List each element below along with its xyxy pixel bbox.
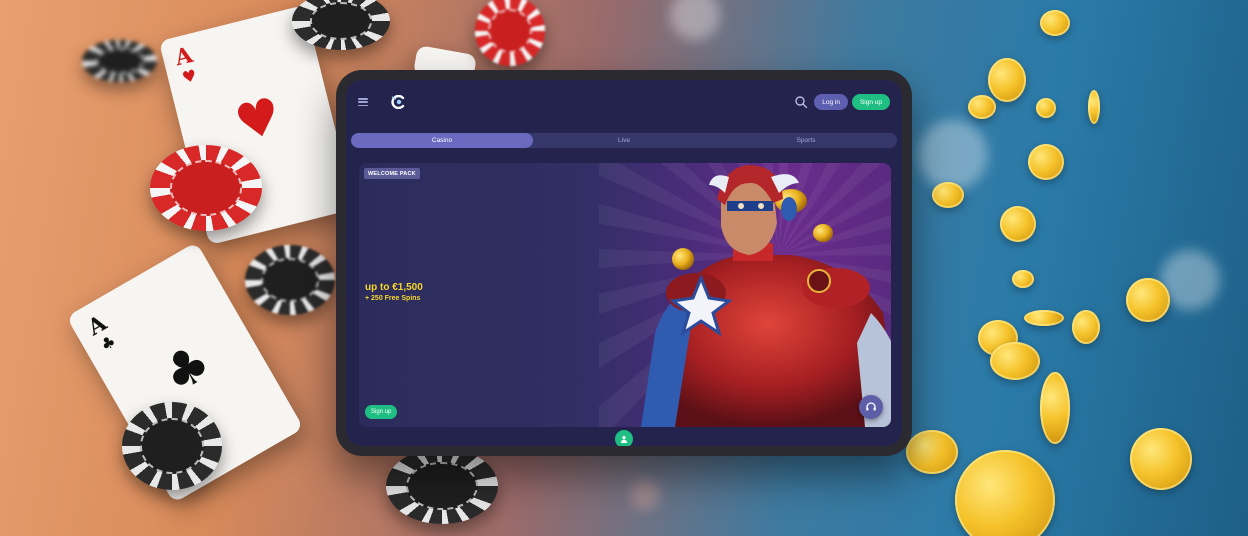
category-tabs: Casino Live Sports <box>351 133 897 148</box>
gold-coin <box>1000 206 1036 242</box>
gold-coin <box>1088 90 1100 124</box>
banner-signup-button[interactable]: Sign up <box>365 405 398 419</box>
black-poker-chip <box>386 448 498 524</box>
home-nav-button[interactable] <box>615 430 633 446</box>
tab-sports[interactable]: Sports <box>715 133 897 148</box>
gold-coin <box>1028 144 1064 180</box>
casino-logo-icon[interactable] <box>390 95 406 109</box>
gold-coin <box>1040 10 1070 36</box>
gold-coin <box>1036 98 1056 118</box>
gold-coin <box>955 450 1055 536</box>
tab-live[interactable]: Live <box>533 133 715 148</box>
black-poker-chip <box>122 402 222 490</box>
login-button[interactable]: Log in <box>814 94 848 110</box>
red-poker-chip <box>475 0 545 66</box>
black-poker-chip <box>245 245 335 315</box>
gold-coin <box>1040 372 1070 444</box>
signup-button[interactable]: Sign up <box>851 94 890 110</box>
welcome-pack-badge: WELCOME PACK <box>364 168 420 179</box>
bokeh-light <box>670 0 720 40</box>
top-bar: Log in Sign up <box>346 80 902 124</box>
superhero-illustration <box>641 165 891 427</box>
welcome-banner[interactable]: WELCOME PACK up to €1,500 + 250 Free Spi… <box>359 163 891 427</box>
app-screen: Log in Sign up Casino Live Sports WELCOM… <box>346 80 902 446</box>
gold-coin <box>1126 278 1170 322</box>
gold-coin <box>1012 270 1034 288</box>
gold-coin <box>932 182 964 208</box>
support-chat-button[interactable] <box>859 395 883 419</box>
tab-casino[interactable]: Casino <box>351 133 533 148</box>
gold-coin <box>968 95 996 119</box>
bokeh-light <box>918 120 988 190</box>
bottom-nav <box>346 430 902 446</box>
gold-coin <box>988 58 1026 102</box>
gold-coin <box>1130 428 1192 490</box>
gold-coin <box>1024 310 1064 326</box>
tablet-device: Log in Sign up Casino Live Sports WELCOM… <box>336 70 912 456</box>
free-spins-subline: + 250 Free Spins <box>365 295 421 302</box>
black-poker-chip <box>82 40 157 82</box>
search-icon[interactable] <box>794 95 808 109</box>
red-poker-chip <box>150 145 262 231</box>
headset-support-icon <box>866 402 876 411</box>
bonus-headline: up to €1,500 <box>365 282 423 293</box>
gold-coin <box>990 342 1040 380</box>
bokeh-light <box>630 480 660 510</box>
gold-coin <box>1072 310 1100 344</box>
user-icon <box>621 435 627 443</box>
hamburger-menu-icon[interactable] <box>358 98 368 106</box>
gold-coin <box>906 430 958 474</box>
